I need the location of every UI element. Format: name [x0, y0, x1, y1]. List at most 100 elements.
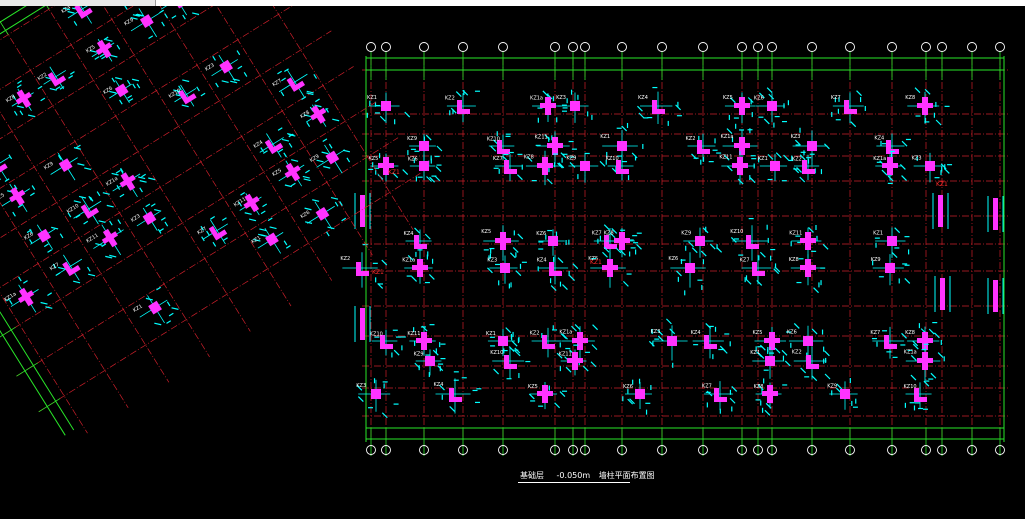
column-detail: KZ5: [588, 246, 632, 288]
column-detail: KZ1a: [402, 255, 435, 284]
column-detail: KZ9: [871, 247, 911, 286]
column-mark: KZ10: [66, 203, 80, 215]
column-detail: KZ9: [309, 138, 351, 174]
column-detail: KZ3: [912, 152, 953, 183]
column-mark: KZ2: [792, 350, 802, 356]
column-mark: KZ7: [49, 262, 61, 272]
column-mark: KZ8: [905, 95, 915, 101]
column-detail: KZ1: [750, 344, 791, 384]
column-mark: KZ4: [434, 382, 444, 388]
column-mark: KZ5: [481, 229, 491, 235]
column-mark: KZ9: [407, 136, 417, 142]
column-mark: KZ10: [730, 229, 743, 235]
column-mark: KZ6: [102, 86, 114, 96]
column-detail: KZ8: [5, 80, 46, 118]
column-mark: KZ1: [486, 331, 496, 337]
column-detail: KZ3: [556, 89, 593, 123]
caption-title: 墙柱平面布置图: [598, 471, 655, 480]
column-mark: KZ6: [754, 96, 764, 102]
column-detail: KZ1: [366, 92, 411, 125]
column-detail: KZ6: [23, 224, 64, 253]
column-mark: KZ3: [912, 155, 922, 161]
column-mark: KZ10: [370, 331, 383, 337]
foundation-plan-rotated: KZ11 KZ1 KZ2 KZ1a KZ3 KZ4 KZ5 KZ6 KZ7 KZ8 KZ9 KZ10 K…: [0, 6, 421, 436]
column-mark: KZ5: [271, 168, 283, 178]
column-detail: KZ3: [204, 50, 248, 88]
column-mark: KZ1: [873, 230, 883, 236]
column-detail: KZ11: [789, 224, 829, 258]
column-detail: KZ4: [637, 86, 682, 126]
column-mark: KZ5: [752, 330, 762, 336]
column-detail: KZ4: [404, 227, 432, 260]
column-detail: KZ6: [754, 87, 789, 128]
column-mark: KZ5: [0, 192, 6, 202]
column-mark: KZ4: [874, 136, 884, 142]
column-detail: KZ2: [37, 66, 75, 91]
column-detail: KZ11: [233, 192, 268, 222]
column-mark: KZ1a: [530, 96, 543, 102]
column-mark: KZ4: [253, 140, 265, 150]
column-mark: KZ11: [559, 351, 572, 357]
column-detail: KZ2: [685, 133, 722, 165]
column-mark: KZ4: [404, 231, 414, 237]
column-detail: KZ1a: [904, 343, 945, 381]
column-mark: KZ1a: [402, 258, 415, 264]
caption-elevation: -0.050m: [556, 471, 591, 480]
column-detail: KZ6: [622, 378, 652, 415]
column-mark: KZ8: [905, 330, 915, 336]
column-detail: KZ4: [434, 371, 482, 414]
column-detail: KZ7: [196, 216, 229, 247]
column-detail: KZ1: [132, 286, 179, 326]
column-detail: KZ7: [493, 151, 523, 182]
column-mark: KZ5: [528, 384, 538, 390]
column-detail: KZ2: [445, 89, 480, 123]
column-detail: KZ9: [43, 144, 92, 181]
column-mark: KZ11: [789, 230, 802, 236]
column-mark: KZ1a: [904, 349, 917, 355]
column-mark: KZ7: [870, 330, 880, 336]
column-detail: KZ10: [370, 329, 406, 358]
column-detail: KZ7: [702, 381, 738, 414]
wall-segment: [993, 198, 998, 230]
column-detail: KZ1: [758, 152, 794, 182]
column-mark: KZ8: [789, 257, 799, 263]
column-detail: KZ8: [905, 87, 950, 126]
column-mark: KZ3: [130, 213, 142, 223]
column-detail: KZ4: [537, 254, 579, 291]
column-mark: KZ10: [904, 384, 917, 390]
column-detail: KZ1: [251, 217, 291, 254]
cad-drawing-canvas[interactable]: KZ1 KZ2 KZ1a KZ3 KZ4 KZ5 KZ6 KZ7 KZ8KZ9 KZ10 KZ11 K…: [0, 6, 1025, 519]
column-detail: KZ9: [827, 378, 858, 410]
caption-underline: [518, 482, 630, 483]
column-mark: KZ3: [356, 383, 366, 389]
column-detail: KZ3: [356, 378, 399, 419]
column-mark: KZ1a: [721, 134, 734, 140]
column-mark: KZ6: [623, 384, 633, 390]
column-mark: KZ6: [23, 231, 35, 241]
column-mark: KZ1: [600, 134, 610, 140]
highlight-mark: KZ1: [590, 259, 602, 266]
column-detail: KZ8: [754, 382, 788, 416]
column-detail: KZ11: [85, 219, 124, 259]
column-mark: KZ2: [792, 156, 802, 162]
column-detail: KZ7: [831, 90, 866, 128]
column-detail: KZ2: [340, 244, 388, 289]
column-detail: KZ10: [168, 79, 206, 108]
column-mark: KZ4: [60, 6, 72, 15]
wall-segment: [993, 280, 998, 312]
column-mark: KZ1: [367, 95, 377, 101]
column-detail: KZ10: [490, 346, 531, 380]
column-detail: KZ1a: [873, 150, 907, 184]
column-detail: KZ1a: [160, 6, 200, 20]
column-mark: KZ1: [750, 350, 760, 356]
column-detail: KZ8: [789, 254, 826, 294]
column-mark: KZ5: [723, 95, 733, 101]
column-mark: KZ10: [487, 136, 500, 142]
column-mark: KZ1a: [559, 330, 572, 336]
column-mark: KZ11: [407, 331, 420, 337]
column-mark: KZ1: [132, 304, 144, 314]
column-mark: KZ5: [85, 44, 97, 54]
column-detail: KZ9: [123, 8, 165, 40]
column-mark: KZ9: [871, 257, 881, 263]
column-detail: KZ8: [299, 98, 340, 127]
